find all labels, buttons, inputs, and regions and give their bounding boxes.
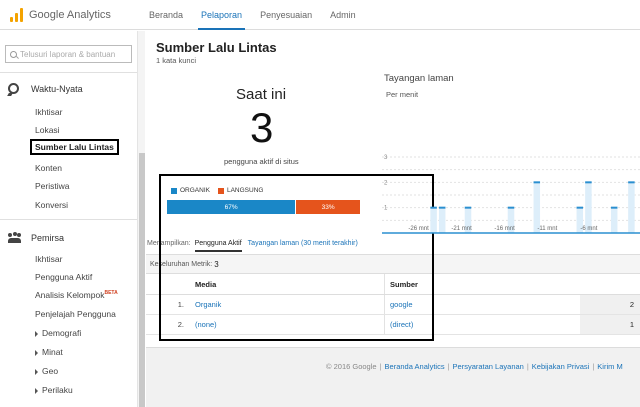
chart-bar [430,207,437,233]
nav-pelaporan[interactable]: Pelaporan [192,0,251,30]
sidebar-item-peristiwa[interactable]: Peristiwa [35,181,69,191]
x-tick-label: -21 mnt [451,226,472,232]
chart-bar-cap [430,206,437,209]
footer-link-persyaratan[interactable]: Persyaratan Layanan [453,362,524,371]
sidebar-item-label: Analisis Kelompok [35,290,105,300]
sidebar-item-penjelajah-pengguna[interactable]: Penjelajah Pengguna [35,309,116,319]
google-analytics-logo[interactable]: Google Analytics [10,7,111,23]
sidebar-divider [0,72,137,73]
main-content: Sumber Lalu Lintas 1 kata kunci Saat ini… [146,31,640,407]
sidebar: Waktu-Nyata Ikhtisar Lokasi Sumber Lalu … [0,31,145,407]
chart-bar-cap [507,206,515,209]
x-tick-label: -6 mnt [580,226,597,232]
page-title: Sumber Lalu Lintas [156,40,277,55]
section-title: Waktu-Nyata [31,83,83,94]
chart-bar [610,207,618,233]
footer-links: © 2016 Google | Beranda Analytics | Persyara… [326,362,623,371]
sidebar-item-ikhtisar-pemirsa[interactable]: Ikhtisar [35,254,62,264]
caret-right-icon [35,387,38,394]
sidebar-item-label: Perilaku [42,385,73,395]
chart-bar [628,182,635,233]
caret-right-icon [35,368,38,375]
top-navigation: Beranda Pelaporan Penyesuaian Admin [140,0,365,30]
pageviews-chart: 3 2 1 -26 mnt -21 mnt -16 mnt -11 mnt -6 mnt [382,155,640,234]
section-waktu-nyata[interactable]: Waktu-Nyata [8,83,83,94]
sidebar-item-label: Demografi [42,328,82,338]
top-bar: Google Analytics Beranda Pelaporan Penye… [0,0,640,30]
footer-link-privasi[interactable]: Kebijakan Privasi [532,362,590,371]
sidebar-divider [0,219,137,220]
x-tick-label: -11 mnt [537,226,557,232]
sidebar-item-lokasi[interactable]: Lokasi [35,125,60,135]
section-pemirsa[interactable]: Pemirsa [8,232,64,243]
nav-beranda[interactable]: Beranda [140,0,192,30]
search-icon [10,50,17,58]
chart-bar-cap [610,206,618,209]
sidebar-item-pengguna-aktif[interactable]: Pengguna Aktif [35,272,92,282]
x-tick-label: -16 mnt [494,226,515,232]
sidebar-item-label: Minat [42,347,63,357]
sidebar-item-sumber-lalu-lintas[interactable]: Sumber Lalu Lintas [30,139,119,155]
sidebar-item-ikhtisar[interactable]: Ikhtisar [35,107,62,117]
sidebar-item-minat[interactable]: Minat [35,347,63,357]
chart-bar-cap [576,206,584,209]
footer-link-kirim[interactable]: Kirim M [597,362,622,371]
analytics-logo-icon [10,8,24,22]
chart-bar-cap [438,206,446,209]
y-tick-label: 2 [384,180,388,186]
sidebar-item-analisis-kelompok[interactable]: Analisis KelompokBETA [35,290,118,300]
sidebar-item-konversi[interactable]: Konversi [35,200,68,210]
chart-bar-cap [533,181,541,184]
row-value: 1 [580,315,640,334]
realtime-icon [8,83,19,94]
active-users-caption: pengguna aktif di situs [224,157,299,166]
chart-bar-cap [628,181,635,184]
page-subtitle: 1 kata kunci [156,56,197,65]
chart-bar-cap [585,181,592,184]
sidebar-item-geo[interactable]: Geo [35,366,58,376]
people-icon [8,232,21,243]
chart-bar [438,207,446,233]
sidebar-item-konten[interactable]: Konten [35,163,62,173]
beta-badge: BETA [104,290,118,297]
x-tick-label: -26 mnt [408,226,429,232]
y-tick-label: 1 [384,206,388,212]
caret-right-icon [35,349,38,356]
sidebar-item-demografi[interactable]: Demografi [35,328,81,338]
sidebar-item-perilaku[interactable]: Perilaku [35,385,73,395]
section-title: Pemirsa [31,232,65,243]
nav-penyesuaian[interactable]: Penyesuaian [251,0,321,30]
sidebar-scrollbar[interactable] [137,31,145,407]
y-tick-label: 3 [384,155,388,161]
active-users-count: 3 [250,104,274,151]
footer-copyright: © 2016 Google [326,362,377,371]
footer-link-beranda[interactable]: Beranda Analytics [385,362,445,371]
chart-bar-cap [464,206,472,209]
caret-right-icon [35,330,38,337]
search-input[interactable] [20,49,130,59]
sidebar-item-label: Geo [42,366,59,376]
nav-admin[interactable]: Admin [321,0,365,30]
row-value: 2 [580,295,640,314]
logo-text: Google Analytics [29,9,111,21]
scrollbar-thumb[interactable] [139,153,145,407]
search-box[interactable] [5,45,132,63]
footer: © 2016 Google | Beranda Analytics | Persyara… [146,347,640,407]
now-label: Saat ini [236,86,287,103]
